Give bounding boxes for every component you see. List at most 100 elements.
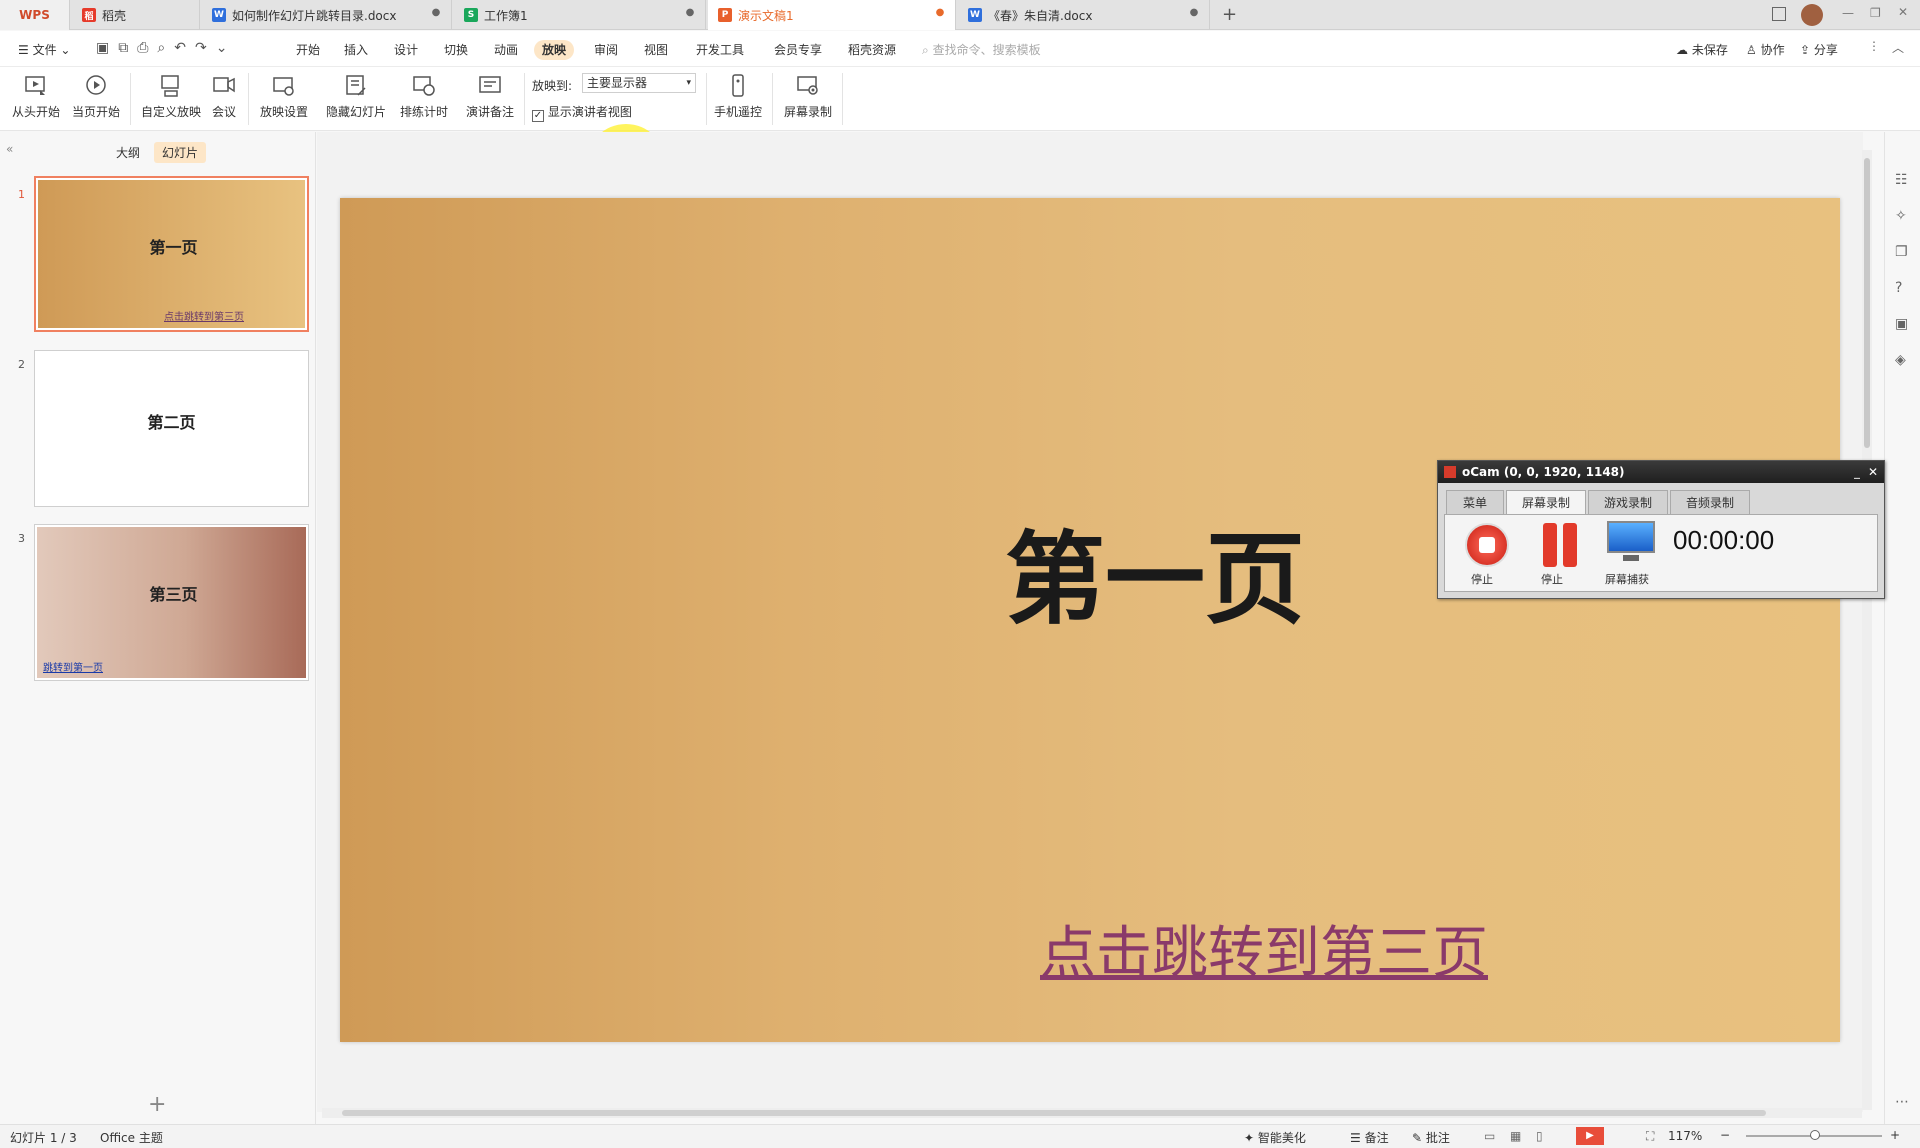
- collab-button[interactable]: ♙ 协作: [1746, 41, 1785, 58]
- from-start-button[interactable]: 从头开始: [10, 71, 62, 127]
- menu-view[interactable]: 视图: [640, 40, 672, 60]
- ocam-window[interactable]: oCam (0, 0, 1920, 1148) _ ✕ 菜单 屏幕录制 游戏录制…: [1437, 460, 1885, 599]
- zoom-in-icon[interactable]: +: [1890, 1128, 1900, 1142]
- notes-button[interactable]: ☰ 备注: [1350, 1129, 1389, 1146]
- dot-icon[interactable]: ●: [685, 8, 695, 18]
- hide-slide-button[interactable]: 隐藏幻灯片: [324, 71, 388, 127]
- restore-icon[interactable]: ❐: [1870, 6, 1881, 20]
- tab-doc-spring[interactable]: W 《春》朱自清.docx ●: [958, 0, 1210, 30]
- scroll-thumb[interactable]: [1864, 158, 1870, 448]
- zoom-slider-handle[interactable]: [1810, 1130, 1820, 1140]
- minimize-icon[interactable]: —: [1842, 6, 1854, 20]
- location-icon[interactable]: ◈: [1895, 352, 1906, 368]
- cloud-icon: ☁: [1676, 43, 1688, 57]
- quick-access-icons[interactable]: ▣⧉⎙⌕↶↷⌄: [96, 40, 236, 56]
- phone-remote-button[interactable]: 手机遥控: [712, 71, 764, 127]
- slides-icon[interactable]: ❐: [1895, 244, 1908, 260]
- sheet-icon: S: [464, 8, 478, 22]
- menu-animation[interactable]: 动画: [490, 40, 522, 60]
- layout-icon[interactable]: [1772, 7, 1786, 21]
- ocam-tab-menu[interactable]: 菜单: [1446, 490, 1504, 514]
- close-icon[interactable]: ✕: [1898, 5, 1908, 19]
- normal-view-icon[interactable]: ▭: [1484, 1129, 1495, 1143]
- tab-presentation[interactable]: P 演示文稿1 ●: [708, 0, 956, 30]
- menu-transition[interactable]: 切换: [440, 40, 472, 60]
- image-icon[interactable]: ▣: [1895, 316, 1908, 332]
- screen-capture-button[interactable]: [1607, 521, 1655, 561]
- fit-window-icon[interactable]: ⛶: [1646, 1129, 1654, 1144]
- collapse-ribbon-icon[interactable]: ︿: [1892, 39, 1904, 56]
- presenter-view-checkbox[interactable]: ✓ 显示演讲者视图: [532, 103, 632, 122]
- unsaved-button[interactable]: ☁ 未保存: [1676, 41, 1728, 58]
- rehearse-timing-button[interactable]: 排练计时: [394, 71, 454, 127]
- zoom-out-icon[interactable]: −: [1720, 1128, 1730, 1142]
- menu-developer[interactable]: 开发工具: [692, 40, 748, 60]
- menu-insert[interactable]: 插入: [340, 40, 372, 60]
- from-current-button[interactable]: 当页开始: [70, 71, 122, 127]
- share-label: 分享: [1813, 43, 1838, 57]
- main-slide[interactable]: 第一页 点击跳转到第三页: [340, 198, 1840, 1042]
- presenter-view-label: 显示演讲者视图: [547, 105, 632, 119]
- reading-view-icon[interactable]: ▯: [1536, 1129, 1543, 1143]
- more-icon[interactable]: ⋯: [1895, 1094, 1909, 1110]
- share-button[interactable]: ⇪ 分享: [1800, 41, 1838, 58]
- pause-bar-icon: [1563, 523, 1577, 567]
- dot-icon[interactable]: ●: [935, 8, 945, 18]
- slide-thumbnail-1[interactable]: 第一页 点击跳转到第三页: [34, 176, 309, 332]
- vertical-scrollbar[interactable]: [1862, 150, 1872, 1110]
- menu-start[interactable]: 开始: [292, 40, 324, 60]
- horizontal-scrollbar[interactable]: [322, 1108, 1862, 1118]
- slide-thumbnail-3[interactable]: 第三页 跳转到第一页: [34, 524, 309, 681]
- dot-icon[interactable]: ●: [431, 8, 441, 18]
- theme-name[interactable]: Office 主题: [100, 1129, 163, 1146]
- avatar[interactable]: [1801, 4, 1823, 26]
- beautify-button[interactable]: ✦ 智能美化: [1244, 1129, 1306, 1146]
- menu-slideshow[interactable]: 放映: [534, 40, 575, 60]
- ocam-tab-screen-record[interactable]: 屏幕录制: [1506, 490, 1586, 514]
- play-slideshow-icon[interactable]: ▶: [1576, 1127, 1604, 1145]
- tab-daoke[interactable]: 稻稻壳: [72, 0, 200, 30]
- menu-member[interactable]: 会员专享: [770, 40, 826, 60]
- menu-daoke-resources[interactable]: 稻壳资源: [844, 40, 900, 60]
- ocam-titlebar[interactable]: oCam (0, 0, 1920, 1148) _ ✕: [1438, 461, 1884, 483]
- scroll-thumb[interactable]: [342, 1110, 1766, 1116]
- properties-icon[interactable]: ☷: [1895, 172, 1908, 188]
- menu-design[interactable]: 设计: [390, 40, 422, 60]
- sorter-view-icon[interactable]: ▦: [1510, 1129, 1521, 1143]
- slide-thumbnail-2[interactable]: 第二页: [34, 350, 309, 507]
- display-select[interactable]: 主要显示器 ▾: [582, 73, 696, 93]
- zoom-slider[interactable]: [1746, 1130, 1882, 1140]
- dot-icon[interactable]: ●: [1189, 8, 1199, 18]
- tab-wps[interactable]: WPS: [0, 0, 70, 30]
- comments-button[interactable]: ✎ 批注: [1412, 1129, 1450, 1146]
- new-tab-icon[interactable]: +: [1222, 4, 1237, 25]
- more-icon[interactable]: ⋮: [1868, 39, 1880, 53]
- stop-label: 停止: [1471, 573, 1493, 586]
- screen-record-button[interactable]: 屏幕录制: [780, 71, 836, 127]
- zoom-level[interactable]: 117%: [1668, 1129, 1702, 1143]
- help-icon[interactable]: ?: [1895, 280, 1902, 296]
- minimize-icon[interactable]: _: [1854, 461, 1860, 483]
- play-circle-icon: [86, 75, 106, 95]
- tab-slides[interactable]: 幻灯片: [154, 142, 207, 163]
- collapse-panel-icon[interactable]: «: [6, 142, 13, 156]
- menu-review[interactable]: 审阅: [590, 40, 622, 60]
- slide-hyperlink[interactable]: 点击跳转到第三页: [1040, 908, 1488, 989]
- tab-workbook[interactable]: S 工作簿1 ●: [454, 0, 706, 30]
- slideshow-settings-label: 放映设置: [259, 105, 308, 119]
- slideshow-settings-button[interactable]: 放映设置: [254, 71, 314, 127]
- close-icon[interactable]: ✕: [1868, 461, 1878, 483]
- tab-outline[interactable]: 大纲: [116, 144, 140, 161]
- pause-button[interactable]: [1541, 523, 1581, 567]
- search-box[interactable]: ⌕ 查找命令、搜索模板: [922, 41, 1041, 58]
- meeting-button[interactable]: 会议: [208, 71, 240, 127]
- speaker-notes-button[interactable]: 演讲备注: [462, 71, 518, 127]
- pin-icon[interactable]: ✧: [1895, 208, 1907, 224]
- tab-doc-toc[interactable]: W 如何制作幻灯片跳转目录.docx ●: [202, 0, 452, 30]
- ocam-tab-audio-record[interactable]: 音频录制: [1670, 490, 1750, 514]
- file-menu[interactable]: ☰ 文件 ⌄: [14, 40, 74, 60]
- add-slide-icon[interactable]: +: [148, 1092, 166, 1117]
- stop-record-button[interactable]: [1465, 523, 1509, 567]
- ocam-tab-game-record[interactable]: 游戏录制: [1588, 490, 1668, 514]
- custom-show-button[interactable]: 自定义放映: [138, 71, 204, 127]
